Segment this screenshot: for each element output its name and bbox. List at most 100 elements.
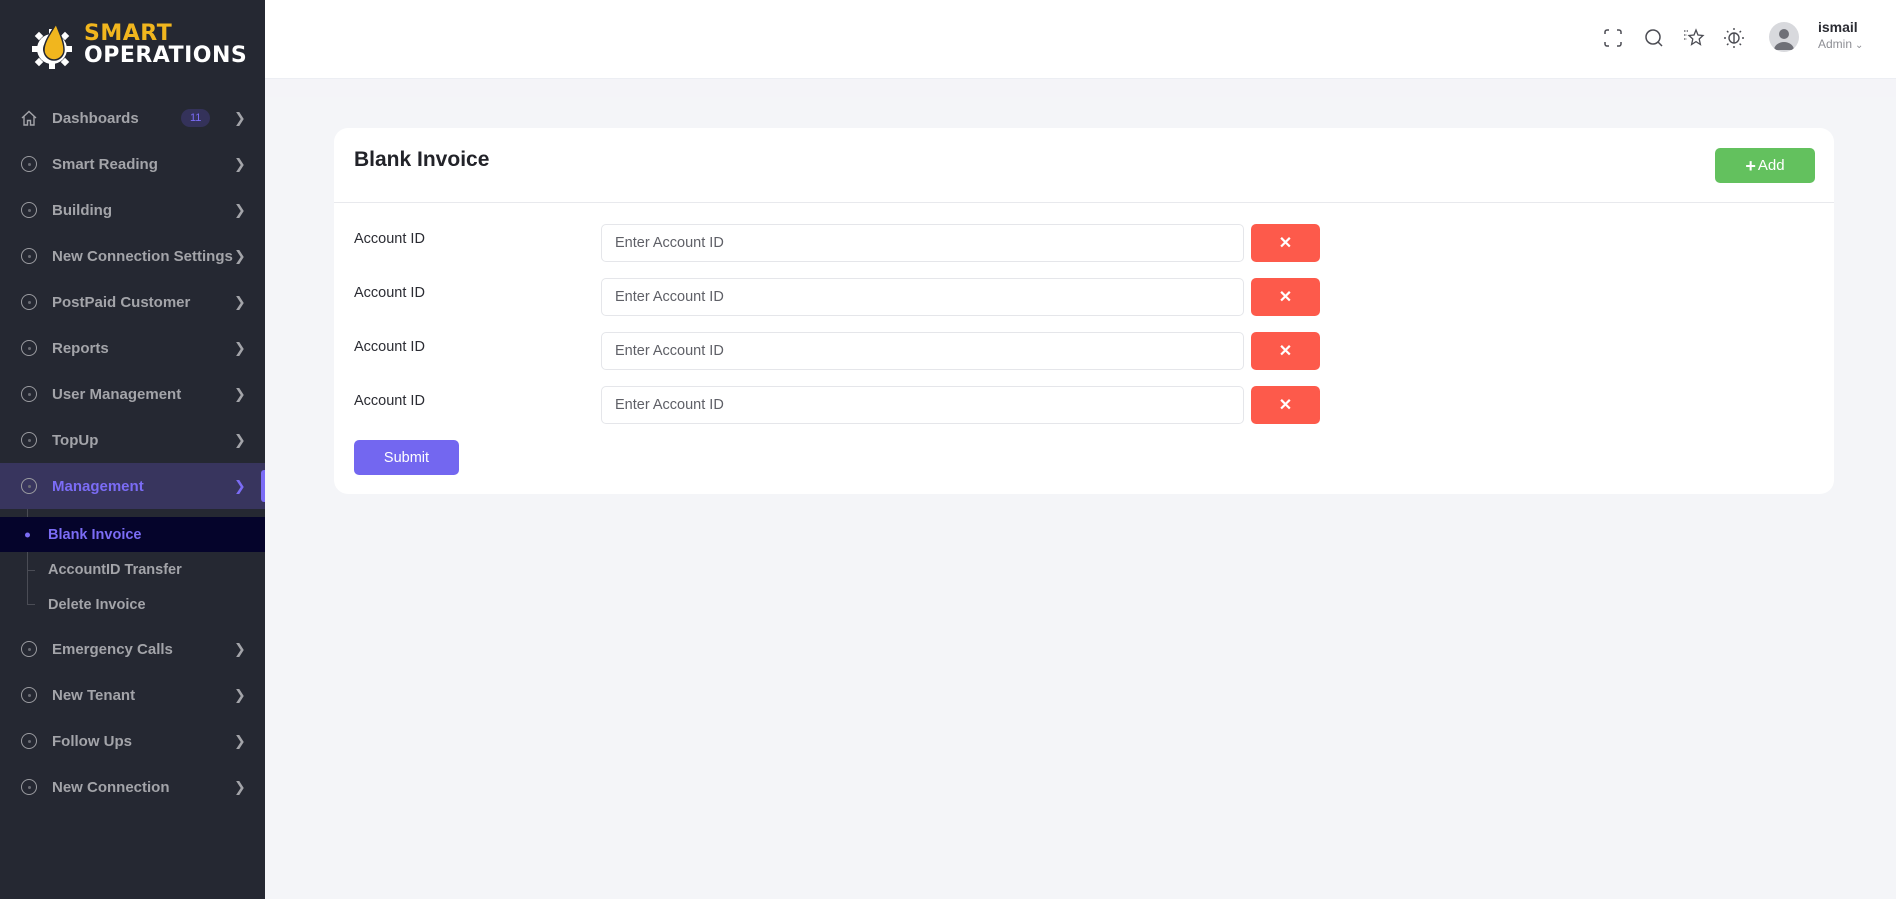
account-id-row: Account ID ✕: [334, 386, 1834, 424]
sidebar-item-label: Emergency Calls: [52, 640, 173, 658]
sidebar-item-postpaid-customer[interactable]: PostPaid Customer ❯: [0, 279, 265, 325]
sidebar-item-new-tenant[interactable]: New Tenant ❯: [0, 672, 265, 718]
chevron-right-icon: ❯: [234, 109, 246, 126]
sidebar-item-label: TopUp: [52, 431, 99, 449]
account-id-row: Account ID ✕: [334, 332, 1834, 370]
account-id-row: Account ID ✕: [334, 224, 1834, 262]
theme-toggle-icon[interactable]: [1722, 26, 1746, 50]
remove-row-button[interactable]: ✕: [1251, 386, 1320, 424]
user-role-dropdown[interactable]: Admin ⌄: [1818, 37, 1863, 51]
user-avatar[interactable]: [1769, 22, 1799, 52]
chevron-right-icon: ❯: [234, 732, 246, 749]
sidebar-item-emergency-calls[interactable]: Emergency Calls ❯: [0, 626, 265, 672]
home-icon: [20, 109, 38, 127]
circle-icon: [20, 339, 38, 357]
sidebar-item-label: User Management: [52, 385, 182, 403]
submenu-item-accountid-transfer[interactable]: AccountID Transfer: [0, 552, 265, 587]
brand-line-2: OPERATIONS: [84, 43, 248, 68]
management-submenu: Blank Invoice AccountID Transfer Delete …: [0, 509, 265, 626]
submenu-item-label: Delete Invoice: [48, 596, 146, 613]
circle-icon: [20, 293, 38, 311]
sidebar-item-label: New Connection Settings: [52, 247, 233, 265]
account-id-label: Account ID: [354, 231, 425, 247]
sidebar-item-new-connection[interactable]: New Connection ❯: [0, 764, 265, 810]
sidebar-nav: Dashboards 11 ❯ Smart Reading ❯ Building…: [0, 95, 265, 810]
chevron-right-icon: ❯: [234, 385, 246, 402]
tree-branch: [28, 569, 35, 571]
favorites-icon[interactable]: [1682, 26, 1706, 50]
circle-icon: [20, 732, 38, 750]
active-dot-icon: [25, 532, 30, 537]
account-id-input[interactable]: [601, 386, 1244, 424]
circle-icon: [20, 201, 38, 219]
chevron-right-icon: ❯: [234, 201, 246, 218]
plus-icon: +: [1745, 155, 1756, 176]
chevron-right-icon: ❯: [234, 339, 246, 356]
add-row-button[interactable]: + Add: [1715, 148, 1815, 183]
sidebar-item-reports[interactable]: Reports ❯: [0, 325, 265, 371]
chevron-right-icon: ❯: [234, 293, 246, 310]
card-divider: [334, 202, 1834, 203]
circle-icon: [20, 477, 38, 495]
fullscreen-icon[interactable]: [1601, 26, 1625, 50]
tree-branch: [27, 587, 35, 605]
sidebar-item-new-connection-settings[interactable]: New Connection Settings ❯: [0, 233, 265, 279]
sidebar-item-smart-reading[interactable]: Smart Reading ❯: [0, 141, 265, 187]
sidebar-item-user-management[interactable]: User Management ❯: [0, 371, 265, 417]
circle-icon: [20, 686, 38, 704]
sidebar-item-dashboards[interactable]: Dashboards 11 ❯: [0, 95, 265, 141]
submit-button[interactable]: Submit: [354, 440, 459, 475]
close-icon: ✕: [1278, 397, 1293, 414]
account-id-input[interactable]: [601, 224, 1244, 262]
chevron-right-icon: ❯: [234, 247, 246, 264]
sidebar-item-label: Smart Reading: [52, 155, 158, 173]
close-icon: ✕: [1278, 289, 1293, 306]
sidebar-item-label: Building: [52, 201, 112, 219]
close-icon: ✕: [1278, 235, 1293, 252]
chevron-right-icon: ❯: [234, 778, 246, 795]
account-id-label: Account ID: [354, 393, 425, 409]
sidebar-item-label: Management: [52, 477, 144, 495]
header-shadow-strip: [265, 79, 1896, 97]
chevron-right-icon: ❯: [234, 155, 246, 172]
remove-row-button[interactable]: ✕: [1251, 332, 1320, 370]
circle-icon: [20, 155, 38, 173]
sidebar-item-building[interactable]: Building ❯: [0, 187, 265, 233]
circle-icon: [20, 640, 38, 658]
gear-drop-logo-icon: [32, 22, 72, 69]
chevron-down-icon: ⌄: [1855, 40, 1864, 51]
chevron-right-icon: ❯: [234, 477, 246, 494]
blank-invoice-card: Blank Invoice + Add Account ID ✕ Account…: [334, 128, 1834, 494]
search-icon[interactable]: [1642, 26, 1666, 50]
sidebar-item-follow-ups[interactable]: Follow Ups ❯: [0, 718, 265, 764]
brand-logo[interactable]: SMART OPERATIONS: [0, 0, 265, 90]
submenu-item-blank-invoice[interactable]: Blank Invoice: [0, 517, 265, 552]
account-id-input[interactable]: [601, 278, 1244, 316]
account-id-label: Account ID: [354, 339, 425, 355]
remove-row-button[interactable]: ✕: [1251, 224, 1320, 262]
active-indicator: [261, 470, 265, 502]
sidebar-item-management[interactable]: Management ❯: [0, 463, 265, 509]
sidebar-item-topup[interactable]: TopUp ❯: [0, 417, 265, 463]
submenu-item-label: AccountID Transfer: [48, 561, 182, 578]
brand-line-1: SMART: [84, 21, 173, 46]
submenu-item-delete-invoice[interactable]: Delete Invoice: [0, 587, 265, 622]
account-id-input[interactable]: [601, 332, 1244, 370]
chevron-right-icon: ❯: [234, 431, 246, 448]
sidebar-item-label: PostPaid Customer: [52, 293, 191, 311]
sidebar-item-label: New Tenant: [52, 686, 136, 704]
circle-icon: [20, 247, 38, 265]
sidebar-item-label: Reports: [52, 339, 109, 357]
chevron-right-icon: ❯: [234, 640, 246, 657]
remove-row-button[interactable]: ✕: [1251, 278, 1320, 316]
sidebar-item-label: New Connection: [52, 778, 170, 796]
circle-icon: [20, 385, 38, 403]
user-role-label: Admin: [1818, 37, 1853, 51]
add-button-label: Add: [1757, 157, 1785, 174]
user-name[interactable]: ismail: [1818, 19, 1858, 35]
circle-icon: [20, 431, 38, 449]
chevron-right-icon: ❯: [234, 686, 246, 703]
page-title: Blank Invoice: [354, 148, 490, 171]
account-id-label: Account ID: [354, 285, 425, 301]
submenu-item-label: Blank Invoice: [48, 526, 142, 543]
